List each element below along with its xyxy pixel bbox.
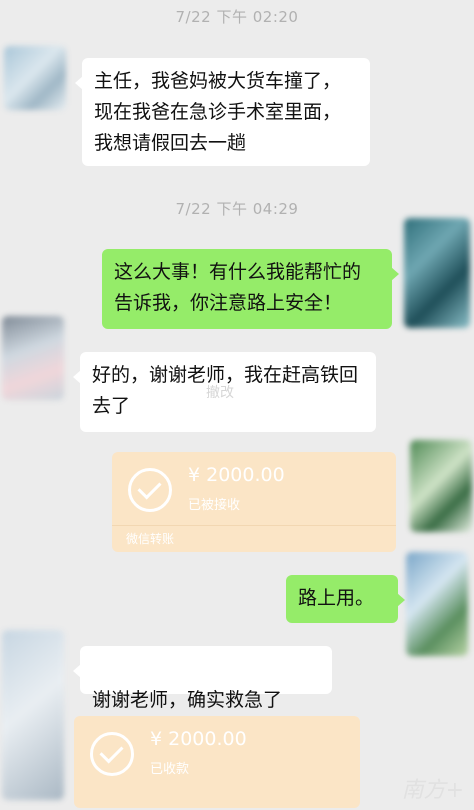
transfer-status: 已收款 xyxy=(150,762,190,777)
incoming-message[interactable]: 谢谢老师，确实救急了 xyxy=(73,646,332,739)
timestamp: 7/22 下午 02:20 xyxy=(175,8,299,26)
contact-avatar[interactable] xyxy=(2,630,64,800)
outgoing-message[interactable]: 这么大事！有什么我能帮忙的 告诉我，你注意路上安全！ xyxy=(102,249,399,329)
user-avatar[interactable] xyxy=(406,552,468,656)
checkmark-circle-icon xyxy=(128,468,172,512)
transfer-amount: ¥ 2000.00 xyxy=(188,464,285,486)
transfer-card[interactable]: ¥ 2000.00 已收款 xyxy=(74,716,360,808)
checkmark-circle-icon xyxy=(90,732,134,776)
contact-avatar[interactable] xyxy=(2,316,64,400)
transfer-amount: ¥ 2000.00 xyxy=(150,728,247,750)
source-watermark: 南方+ xyxy=(401,778,464,803)
contact-avatar[interactable] xyxy=(4,46,66,110)
timestamp: 7/22 下午 04:29 xyxy=(175,200,299,218)
outgoing-message[interactable]: 路上用。 xyxy=(286,575,405,623)
stamp-overlay: 撤改 xyxy=(206,385,234,401)
transfer-card[interactable]: ¥ 2000.00 已被接收 微信转账 xyxy=(112,452,396,552)
transfer-footer: 微信转账 xyxy=(112,525,396,552)
transfer-status: 已被接收 xyxy=(188,498,241,513)
user-avatar[interactable] xyxy=(410,440,472,532)
incoming-message[interactable]: 主任，我爸妈被大货车撞了， 现在我爸在急诊手术室里面， 我想请假回去一趟 xyxy=(75,58,370,166)
message-text: 谢谢老师，确实救急了 xyxy=(92,689,283,711)
user-avatar[interactable] xyxy=(404,218,470,328)
